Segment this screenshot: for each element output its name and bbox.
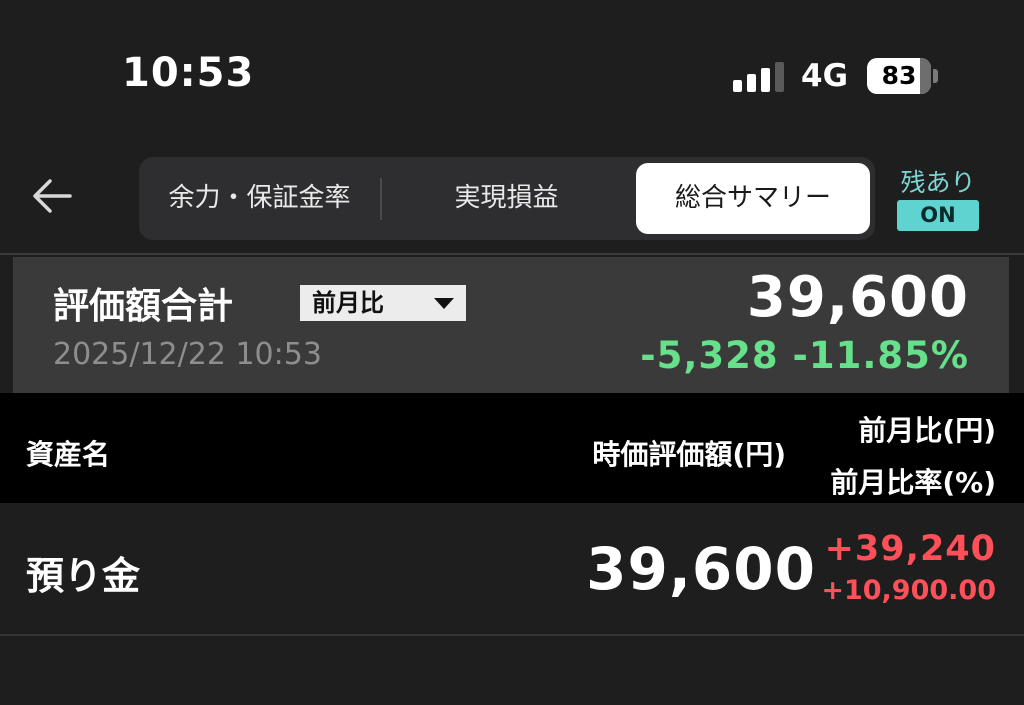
header-divider: [0, 253, 1024, 255]
tab-realized-pl[interactable]: 実現損益: [384, 157, 629, 240]
tab-overall-summary[interactable]: 総合サマリー: [636, 163, 870, 234]
header-month-rate: 前月比率(%): [830, 466, 996, 499]
remain-label[interactable]: 残あり: [895, 163, 981, 199]
summary-card: 評価額合計 前月比 2025/12/22 10:53 39,600 -5,328…: [13, 257, 1009, 393]
signal-icon: [733, 62, 785, 92]
battery-tip: [933, 69, 938, 83]
caret-down-icon: [434, 298, 454, 309]
table-row[interactable]: 預り金 39,600 +39,240 +10,900.00: [0, 503, 1024, 636]
period-select[interactable]: 前月比: [300, 285, 466, 321]
asset-diff: +39,240: [824, 529, 996, 569]
tab-divider: [380, 178, 382, 220]
summary-change: -5,328 -11.85%: [640, 334, 969, 377]
remain-toggle-badge[interactable]: ON: [897, 200, 979, 231]
arrow-left-icon: [33, 179, 72, 213]
table-header: 資産名 時価評価額(円) 前月比(円) 前月比率(%): [0, 393, 1024, 503]
status-bar: 10:53 4G 83: [0, 0, 1024, 140]
summary-date: 2025/12/22 10:53: [53, 337, 322, 372]
summary-total: 39,600: [746, 265, 969, 330]
back-button[interactable]: [28, 172, 76, 220]
app-screen: 10:53 4G 83 余力・保証金率 実現損益 総合サマリー 残あり ON 評…: [0, 0, 1024, 705]
asset-rate: +10,900.00: [821, 575, 996, 606]
asset-name: 預り金: [26, 554, 141, 598]
summary-title: 評価額合計: [53, 286, 234, 327]
segmented-tabs: 余力・保証金率 実現損益 総合サマリー: [139, 157, 875, 240]
battery-icon: 83: [867, 58, 931, 94]
period-select-value: 前月比: [312, 289, 384, 317]
network-label: 4G: [801, 58, 849, 94]
battery-level: 83: [881, 61, 917, 90]
asset-value: 39,600: [586, 535, 816, 603]
header-asset-name: 資産名: [26, 438, 111, 471]
tab-margin-ratio[interactable]: 余力・保証金率: [139, 157, 380, 240]
status-time: 10:53: [122, 50, 255, 96]
header-month-diff: 前月比(円): [858, 414, 996, 447]
header-market-value: 時価評価額(円): [592, 438, 786, 471]
